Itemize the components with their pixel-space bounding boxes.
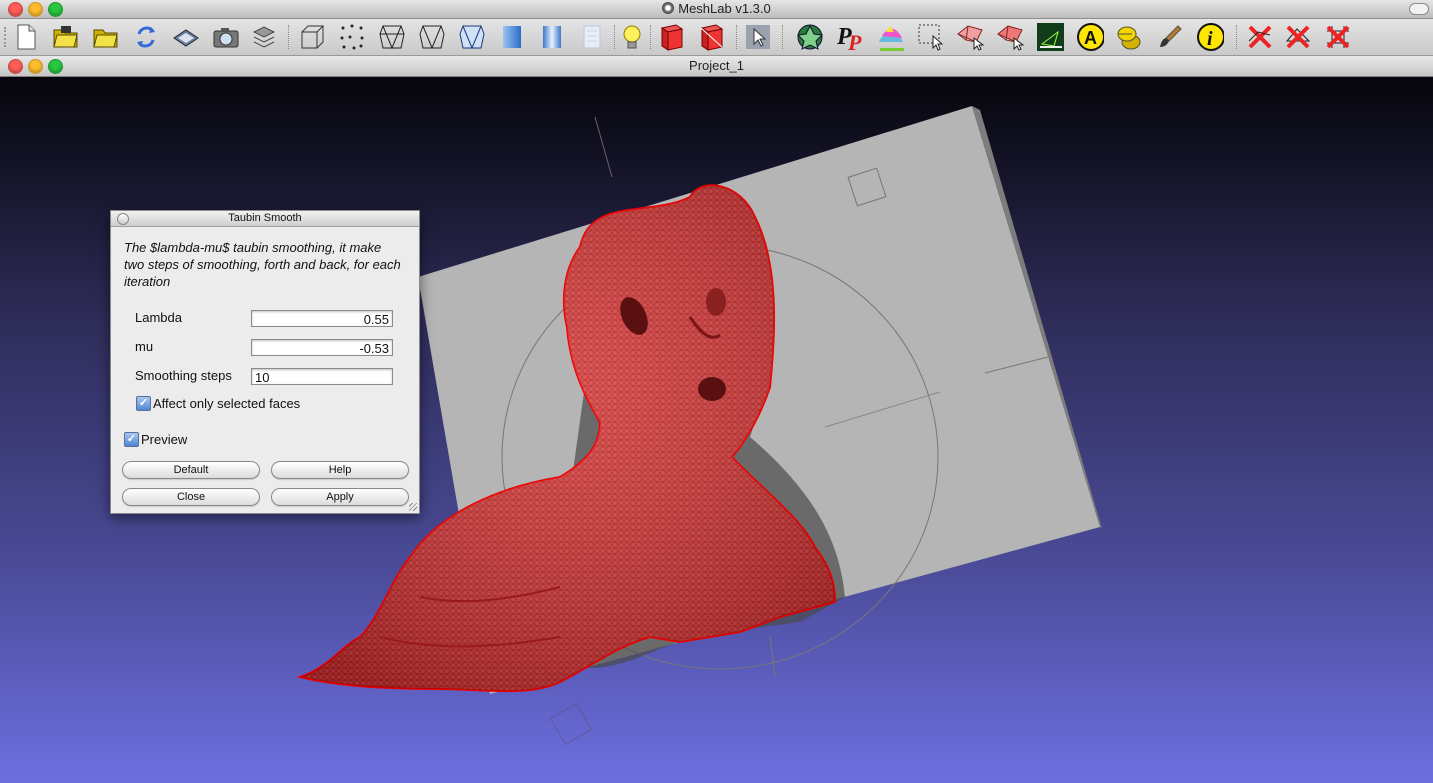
toolbar-separator — [782, 25, 784, 49]
lambda-input[interactable]: 0.55 — [251, 310, 393, 327]
affect-selected-checkbox[interactable]: ✓ — [136, 396, 151, 411]
affect-selected-label: Affect only selected faces — [153, 396, 301, 411]
paintbrush-icon[interactable] — [1156, 23, 1184, 51]
window-title: MeshLab v1.3.0 — [0, 1, 1433, 16]
hidden-lines-icon[interactable] — [418, 23, 446, 51]
open-project-icon[interactable] — [52, 23, 80, 51]
app-icon — [662, 2, 675, 14]
layers-icon[interactable] — [250, 23, 278, 51]
apply-button[interactable]: Apply — [271, 488, 409, 506]
svg-text:P: P — [847, 30, 862, 52]
dialog-title-bar[interactable]: Taubin Smooth — [111, 211, 419, 227]
manipulator-icon[interactable] — [744, 23, 772, 51]
mu-input[interactable]: -0.53 — [251, 339, 393, 356]
svg-text:i: i — [1207, 28, 1213, 50]
smooth-shading-icon[interactable] — [538, 23, 566, 51]
toolbar-separator — [650, 25, 652, 49]
toolbar-separator — [1236, 25, 1238, 49]
preview-label: Preview — [141, 432, 188, 447]
smoothing-steps-label: Smoothing steps — [135, 368, 232, 383]
align-icon[interactable] — [1036, 23, 1064, 51]
select-connected-icon[interactable] — [996, 23, 1024, 51]
dialog-close-icon[interactable] — [117, 213, 129, 225]
preview-checkbox[interactable]: ✓ — [124, 432, 139, 447]
filter-description: The $lambda-mu$ taubin smoothing, it mak… — [124, 240, 401, 289]
toolbar-grip[interactable] — [4, 27, 10, 47]
3d-viewport[interactable]: Taubin Smooth The $lambda-mu$ taubin smo… — [0, 77, 1433, 783]
smoothing-steps-input[interactable]: 10 — [251, 368, 393, 385]
delete-vertices-icon[interactable] — [1246, 23, 1274, 51]
lambda-label: Lambda — [135, 310, 182, 325]
pickpoints-icon[interactable]: PP — [836, 23, 864, 52]
paint-icon[interactable] — [876, 23, 904, 51]
svg-text:A: A — [1084, 28, 1097, 48]
resize-grip[interactable] — [409, 503, 417, 511]
flat-shading-icon[interactable] — [498, 23, 526, 51]
wireframe-icon[interactable] — [378, 23, 406, 51]
default-button[interactable]: Default — [122, 461, 260, 479]
close-button[interactable]: Close — [122, 488, 260, 506]
import-mesh-icon[interactable] — [92, 23, 120, 51]
flat-lines-icon[interactable] — [458, 23, 486, 51]
points-icon[interactable] — [338, 23, 366, 51]
title-bar: MeshLab v1.3.0 — [0, 0, 1433, 19]
toolbar-separator — [614, 25, 616, 49]
new-project-icon[interactable] — [12, 23, 40, 51]
save-icon[interactable] — [172, 23, 200, 51]
toolbar-separator — [288, 25, 290, 49]
light-icon[interactable] — [618, 23, 646, 51]
info-icon[interactable]: i — [1196, 23, 1224, 51]
annotation-icon[interactable] — [1114, 23, 1142, 51]
select-vertexes-icon[interactable] — [698, 23, 726, 51]
document-title: Project_1 — [689, 58, 744, 73]
select-faces-icon[interactable] — [956, 23, 984, 51]
taubin-smooth-dialog: Taubin Smooth The $lambda-mu$ taubin smo… — [110, 210, 420, 514]
colorize-icon[interactable] — [796, 23, 824, 51]
delete-selected-icon[interactable] — [1324, 23, 1352, 51]
dialog-title: Taubin Smooth — [228, 212, 302, 224]
bounding-box-icon[interactable] — [298, 23, 326, 51]
texture-icon[interactable] — [578, 23, 606, 51]
measure-icon[interactable]: A — [1076, 23, 1104, 51]
help-button[interactable]: Help — [271, 461, 409, 479]
toolbar-toggle-button[interactable] — [1409, 3, 1429, 15]
backface-icon[interactable] — [658, 23, 686, 51]
delete-faces-icon[interactable] — [1284, 23, 1312, 51]
mu-label: mu — [135, 339, 154, 354]
snapshot-icon[interactable] — [212, 23, 240, 51]
select-region-icon[interactable] — [916, 23, 944, 51]
toolbar-separator — [736, 25, 738, 49]
document-title-bar: Project_1 — [0, 56, 1433, 77]
reload-icon[interactable] — [132, 23, 160, 51]
main-toolbar: PP A i — [0, 19, 1433, 56]
